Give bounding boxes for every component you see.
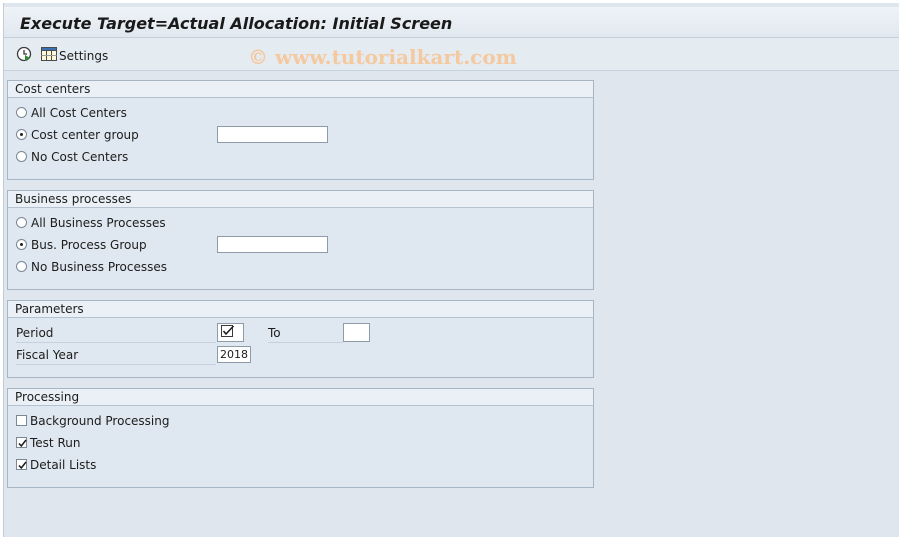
radio-bus-process-group[interactable]: Bus. Process Group <box>16 236 216 254</box>
radio-button-selected[interactable] <box>16 129 27 140</box>
cost-centers-group: Cost centers All Cost Centers Cost cente… <box>7 80 594 180</box>
radio-button-selected[interactable] <box>16 239 27 250</box>
period-to-input[interactable] <box>343 323 370 342</box>
radio-button[interactable] <box>16 261 27 272</box>
radio-no-business-processes[interactable]: No Business Processes <box>16 258 216 276</box>
checkbox-test-run[interactable]: Test Run <box>16 434 216 452</box>
radio-all-business-processes[interactable]: All Business Processes <box>16 214 216 232</box>
title-bar: Execute Target=Actual Allocation: Initia… <box>4 7 899 38</box>
cost-center-group-input[interactable] <box>217 126 328 143</box>
radio-button[interactable] <box>16 151 27 162</box>
period-label: Period <box>16 324 216 343</box>
checkmark-icon <box>18 461 27 470</box>
checkbox[interactable] <box>16 415 27 426</box>
checkmark-icon <box>18 439 27 448</box>
application-toolbar: Settings © www.tutorialkart.com <box>4 38 899 71</box>
watermark-text: © www.tutorialkart.com <box>248 45 517 69</box>
period-checkbox-field[interactable] <box>217 323 244 342</box>
parameters-group: Parameters Period To Fiscal Year <box>7 300 594 378</box>
settings-grid-icon[interactable] <box>41 47 57 64</box>
bus-process-group-input[interactable] <box>217 236 328 253</box>
processing-group: Processing Background Processing Test Ru… <box>7 388 594 488</box>
group-header: Parameters <box>8 301 593 318</box>
sap-window: Execute Target=Actual Allocation: Initia… <box>3 3 899 537</box>
checkbox-detail-lists[interactable]: Detail Lists <box>16 456 216 474</box>
business-processes-group: Business processes All Business Processe… <box>7 190 594 290</box>
radio-cost-center-group[interactable]: Cost center group <box>16 126 216 144</box>
execute-clock-icon[interactable] <box>16 46 32 65</box>
fiscal-year-input[interactable] <box>217 346 251 363</box>
radio-all-cost-centers[interactable]: All Cost Centers <box>16 104 216 122</box>
page-title: Execute Target=Actual Allocation: Initia… <box>20 14 453 33</box>
settings-button[interactable]: Settings <box>59 49 108 63</box>
group-header: Cost centers <box>8 81 593 98</box>
checkbox-checked[interactable] <box>16 437 27 448</box>
checkbox-icon <box>221 325 235 337</box>
radio-no-cost-centers[interactable]: No Cost Centers <box>16 148 216 166</box>
to-label: To <box>268 324 343 343</box>
group-header: Processing <box>8 389 593 406</box>
checkbox-background-processing[interactable]: Background Processing <box>16 412 216 430</box>
radio-button[interactable] <box>16 217 27 228</box>
group-header: Business processes <box>8 191 593 208</box>
radio-button[interactable] <box>16 107 27 118</box>
checkbox-checked[interactable] <box>16 459 27 470</box>
fiscal-year-label: Fiscal Year <box>16 346 216 365</box>
